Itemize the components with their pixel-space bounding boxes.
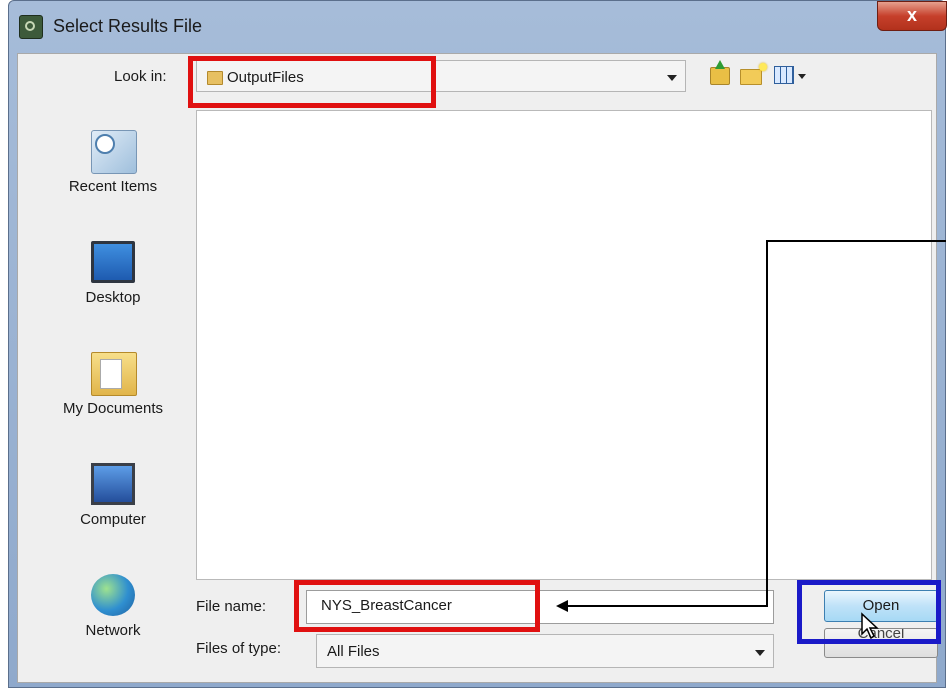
callout-line-vertical bbox=[766, 240, 768, 606]
callout-line-top bbox=[766, 240, 946, 242]
file-name-label: File name: bbox=[196, 598, 267, 615]
up-one-level-icon[interactable] bbox=[710, 60, 730, 85]
chevron-down-icon bbox=[755, 650, 765, 656]
chevron-down-icon bbox=[667, 75, 677, 81]
file-type-label: Files of type: bbox=[196, 640, 282, 657]
close-button[interactable]: x bbox=[877, 1, 947, 31]
place-label: Computer bbox=[80, 511, 146, 528]
window-title: Select Results File bbox=[53, 16, 203, 36]
close-icon: x bbox=[906, 5, 917, 25]
place-label: Recent Items bbox=[68, 178, 158, 195]
file-name-highlight bbox=[294, 580, 540, 632]
place-computer[interactable]: Computer bbox=[28, 447, 198, 547]
screenshot: Select Results File x Look in: OutputFil… bbox=[0, 0, 950, 692]
mouse-pointer-icon bbox=[861, 612, 879, 640]
place-label: Network bbox=[85, 622, 141, 639]
callout-line-horizontal bbox=[568, 605, 768, 607]
place-my-documents[interactable]: My Documents bbox=[28, 336, 198, 436]
view-menu-chevron-icon[interactable] bbox=[798, 74, 806, 79]
my-documents-icon bbox=[91, 352, 137, 396]
file-type-dropdown[interactable]: All Files bbox=[316, 634, 774, 668]
create-new-folder-icon[interactable] bbox=[740, 63, 767, 85]
file-type-value: All Files bbox=[327, 643, 380, 660]
file-list[interactable] bbox=[196, 110, 932, 580]
place-label: Desktop bbox=[85, 289, 141, 306]
desktop-icon bbox=[91, 241, 135, 283]
look-in-highlight bbox=[188, 56, 436, 108]
look-in-label: Look in: bbox=[114, 68, 167, 85]
network-icon bbox=[91, 574, 135, 616]
place-recent-items[interactable]: Recent Items bbox=[28, 114, 198, 214]
place-label: My Documents bbox=[62, 400, 164, 417]
view-menu-icon[interactable] bbox=[774, 66, 794, 84]
title-bar: Select Results File x bbox=[9, 1, 947, 53]
recent-items-icon bbox=[91, 130, 137, 174]
place-desktop[interactable]: Desktop bbox=[28, 225, 198, 325]
computer-icon bbox=[91, 463, 135, 505]
app-icon bbox=[19, 15, 43, 39]
place-network[interactable]: Network bbox=[28, 558, 198, 658]
callout-arrow-icon bbox=[556, 600, 568, 612]
